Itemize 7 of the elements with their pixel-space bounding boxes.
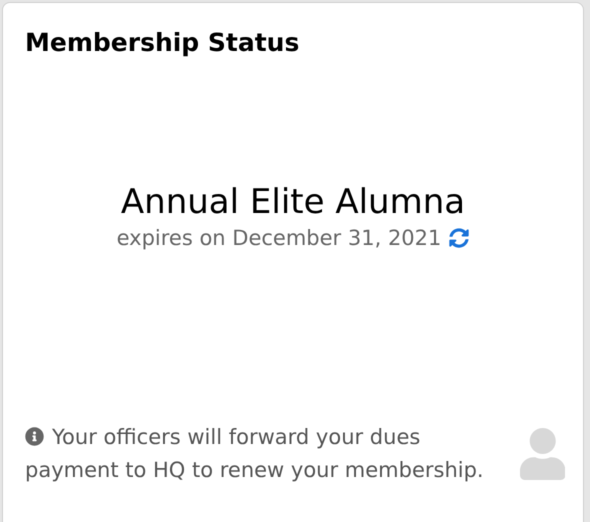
refresh-icon[interactable]: [449, 228, 470, 248]
info-icon: [25, 427, 44, 446]
card-title: Membership Status: [25, 27, 300, 59]
expiry-date: expires on December 31, 2021: [116, 225, 442, 252]
membership-type: Annual Elite Alumna: [120, 181, 466, 223]
user-avatar-icon: [520, 427, 565, 481]
info-note: Your officers will forward your dues payment to HQ to renew your membership.: [25, 424, 485, 484]
